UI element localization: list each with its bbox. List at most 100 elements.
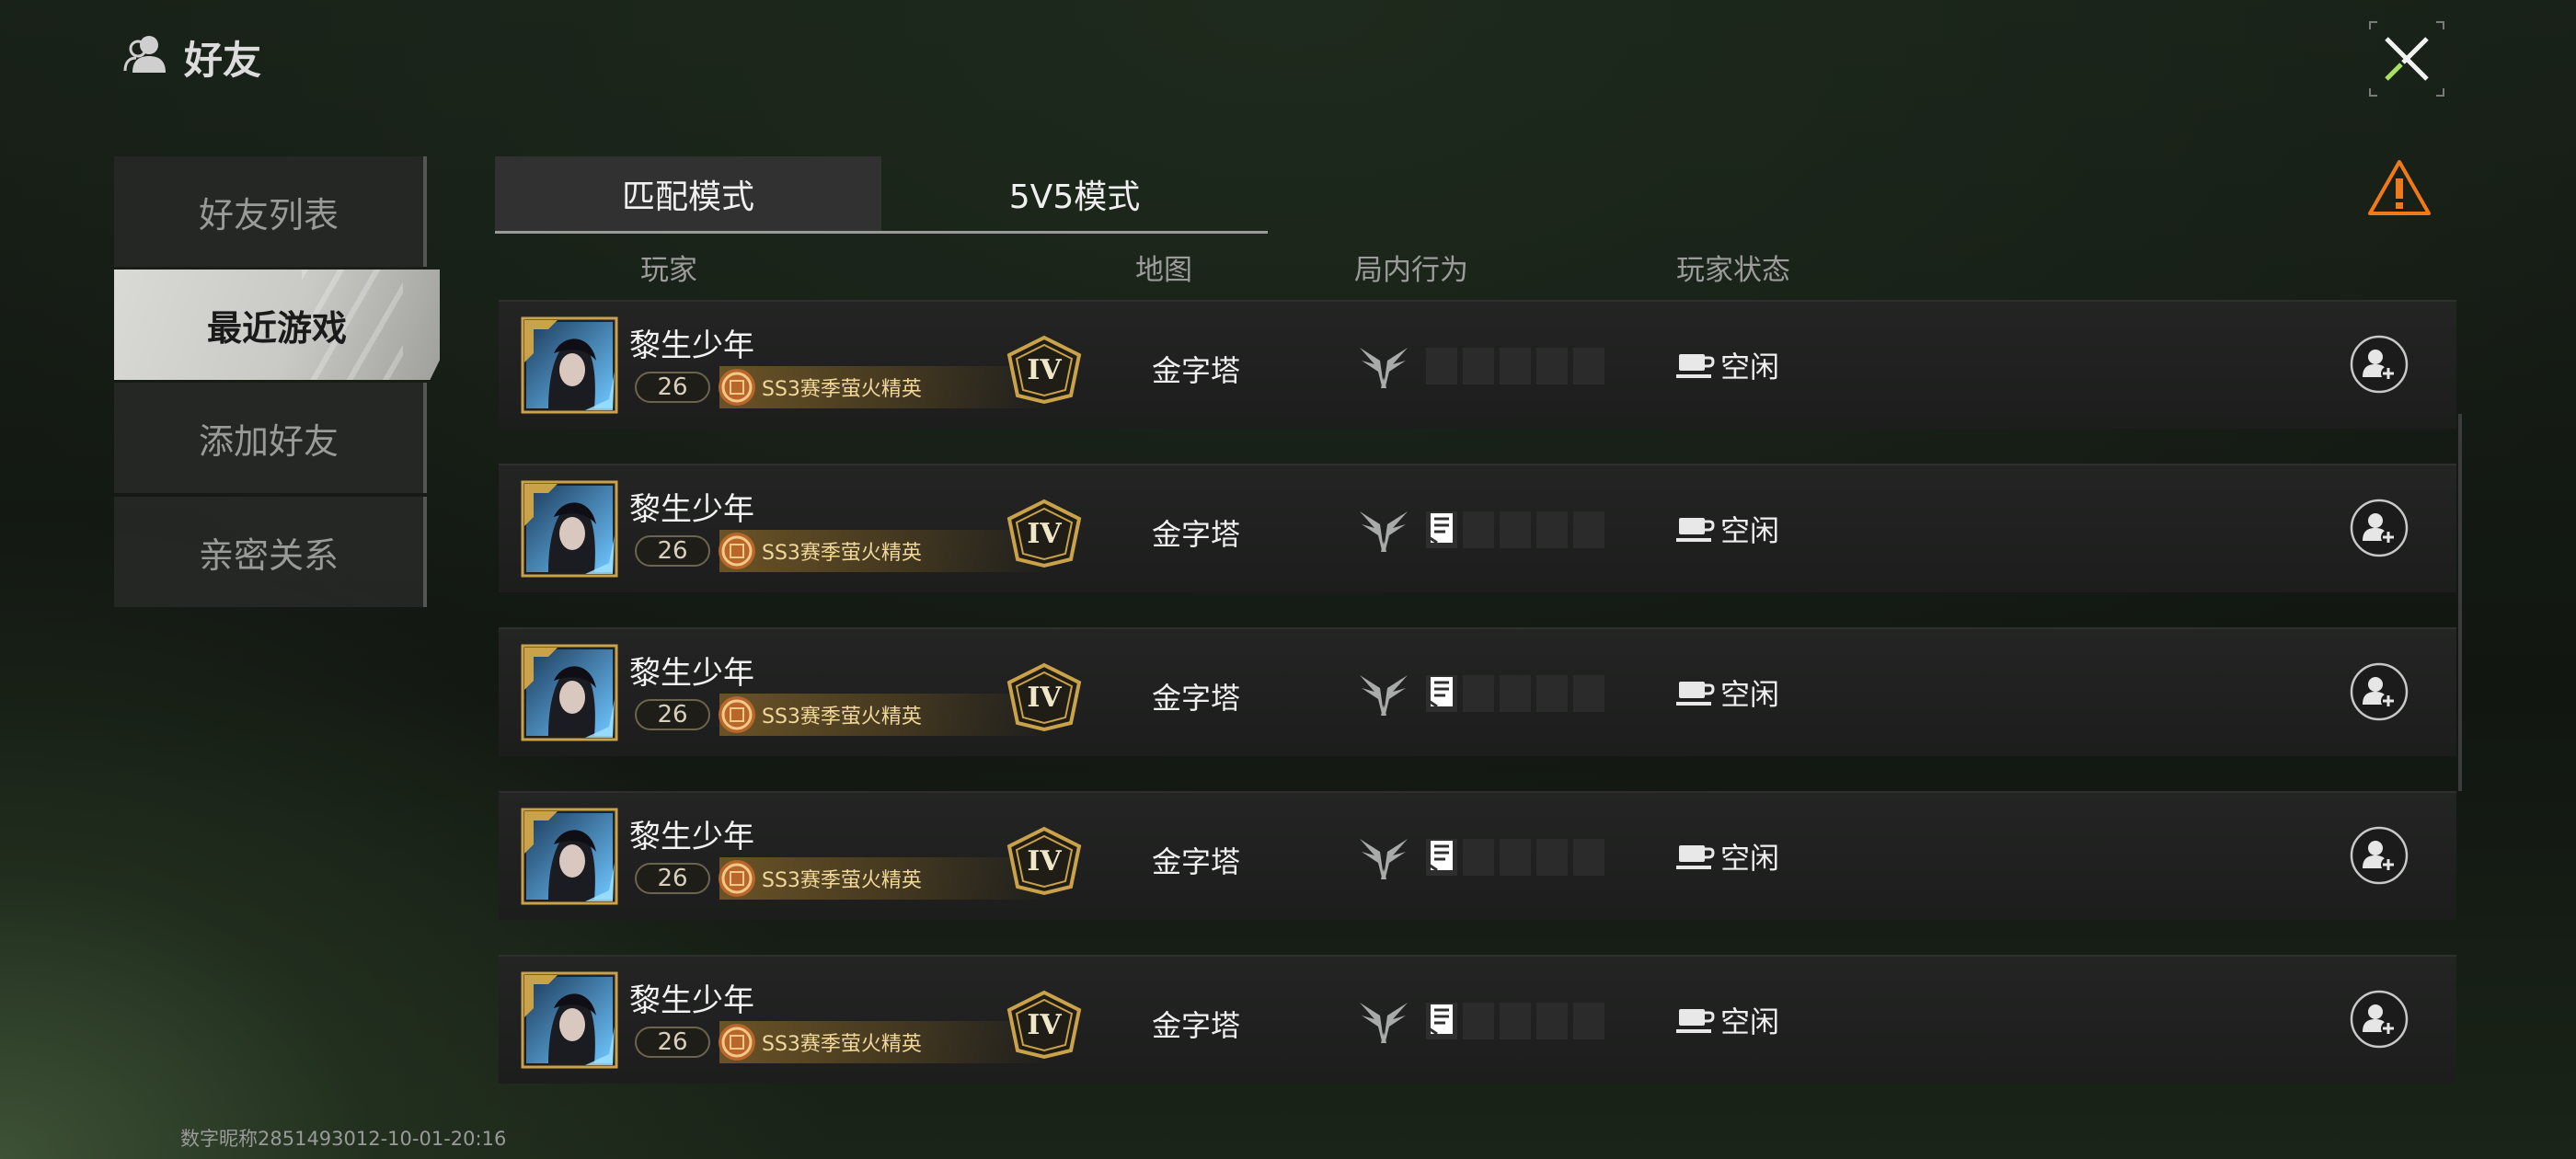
coffee-cup-icon — [1676, 842, 1715, 871]
item-slot-empty — [1536, 675, 1568, 712]
avatar[interactable] — [521, 316, 618, 414]
player-status: 空闲 — [1676, 344, 1779, 386]
table-row[interactable]: 黎生少年 26 SS3赛季萤火精英 IV 金字塔 空闲 — [499, 955, 2456, 1084]
add-friend-icon — [2350, 335, 2409, 397]
level-badge: 26 — [635, 372, 710, 403]
player-status: 空闲 — [1676, 671, 1779, 714]
item-slot-empty — [1463, 675, 1494, 712]
season-title-text: SS3赛季萤火精英 — [762, 706, 922, 729]
sidebar-item-intimacy[interactable]: 亲密关系 — [114, 497, 427, 607]
list-scrollbar[interactable] — [2458, 414, 2462, 791]
add-friend-icon — [2350, 499, 2409, 561]
item-slot-empty — [1573, 511, 1604, 548]
add-friend-button[interactable] — [2350, 662, 2409, 721]
coffee-cup-icon — [1676, 514, 1715, 544]
wings-icon — [1356, 995, 1411, 1047]
rank-text: IV — [1027, 681, 1062, 714]
in-game-behavior — [1356, 830, 1604, 885]
wings-icon — [1356, 504, 1411, 556]
report-button[interactable] — [2366, 158, 2432, 219]
item-slot-empty — [1500, 348, 1531, 384]
add-friend-icon — [2350, 662, 2409, 725]
player-name: 黎生少年 — [629, 491, 754, 528]
level-badge: 26 — [635, 535, 710, 567]
coffee-cup-icon — [1676, 350, 1715, 380]
item-slot-empty — [1536, 348, 1568, 384]
sidebar-item-add-friend[interactable]: 添加好友 — [114, 383, 427, 493]
rank-badge: IV — [1006, 990, 1082, 1060]
map-name: 金字塔 — [1152, 517, 1241, 552]
season-title-badge: SS3赛季萤火精英 — [719, 694, 1051, 736]
status-text: 空闲 — [1720, 677, 1780, 712]
coffee-cup-icon — [1676, 1005, 1715, 1035]
coffee-cup-icon — [1676, 678, 1715, 707]
wings-icon — [1356, 668, 1411, 719]
mode-tabs: 匹配模式 5V5模式 — [495, 156, 1268, 234]
tab-5v5-mode[interactable]: 5V5模式 — [881, 156, 1268, 231]
season-medal-icon — [716, 857, 758, 900]
close-icon — [2369, 21, 2444, 97]
avatar[interactable] — [521, 644, 618, 741]
season-medal-icon — [716, 366, 758, 408]
season-title-badge: SS3赛季萤火精英 — [719, 1021, 1051, 1063]
map-name: 金字塔 — [1152, 844, 1241, 879]
item-slot-empty — [1573, 348, 1604, 384]
rank-text: IV — [1027, 844, 1062, 878]
status-text: 空闲 — [1720, 1004, 1780, 1039]
wings-icon — [1356, 340, 1411, 392]
player-name: 黎生少年 — [629, 655, 754, 692]
item-slot-empty — [1573, 675, 1604, 712]
item-slot-filled — [1426, 675, 1457, 712]
table-row[interactable]: 黎生少年 26 SS3赛季萤火精英 IV 金字塔 空闲 — [499, 300, 2456, 429]
player-status: 空闲 — [1676, 508, 1779, 550]
item-slot-empty — [1500, 839, 1531, 876]
tab-match-mode[interactable]: 匹配模式 — [495, 156, 881, 231]
close-button[interactable] — [2366, 18, 2447, 99]
rank-text: IV — [1027, 353, 1062, 386]
player-name: 黎生少年 — [629, 327, 754, 364]
friends-icon — [121, 30, 171, 84]
rank-badge: IV — [1006, 335, 1082, 405]
map-name: 金字塔 — [1152, 353, 1241, 388]
season-title-text: SS3赛季萤火精英 — [762, 378, 922, 401]
in-game-behavior — [1356, 502, 1604, 557]
item-slot-empty — [1573, 839, 1604, 876]
add-friend-button[interactable] — [2350, 499, 2409, 557]
avatar[interactable] — [521, 971, 618, 1069]
table-row[interactable]: 黎生少年 26 SS3赛季萤火精英 IV 金字塔 空闲 — [499, 627, 2456, 756]
table-row[interactable]: 黎生少年 26 SS3赛季萤火精英 IV 金字塔 空闲 — [499, 791, 2456, 920]
column-header-map: 地图 — [1135, 254, 1192, 287]
add-friend-button[interactable] — [2350, 335, 2409, 394]
add-friend-icon — [2350, 990, 2409, 1052]
column-header-player: 玩家 — [640, 254, 697, 287]
level-badge: 26 — [635, 863, 710, 894]
sidebar-item-label: 亲密关系 — [198, 534, 339, 576]
sidebar-item-friend-list[interactable]: 好友列表 — [114, 156, 427, 267]
avatar[interactable] — [521, 808, 618, 905]
sidebar-item-recent-games[interactable]: 最近游戏 — [114, 270, 440, 380]
player-status: 空闲 — [1676, 835, 1779, 878]
player-name: 黎生少年 — [629, 819, 754, 855]
sidebar-item-label: 好友列表 — [198, 194, 339, 235]
player-status: 空闲 — [1676, 999, 1779, 1041]
wings-icon — [1356, 832, 1411, 883]
item-icon — [1426, 510, 1457, 550]
table-row[interactable]: 黎生少年 26 SS3赛季萤火精英 IV 金字塔 空闲 — [499, 464, 2456, 592]
rank-badge: IV — [1006, 499, 1082, 568]
rank-text: IV — [1027, 517, 1062, 550]
item-slot-filled — [1426, 839, 1457, 876]
add-friend-button[interactable] — [2350, 990, 2409, 1049]
column-header-behavior: 局内行为 — [1354, 254, 1468, 287]
item-slot-filled — [1426, 1003, 1457, 1039]
item-icon — [1426, 673, 1457, 714]
avatar[interactable] — [521, 480, 618, 578]
status-text: 空闲 — [1720, 513, 1780, 548]
map-name: 金字塔 — [1152, 681, 1241, 716]
level-badge: 26 — [635, 699, 710, 730]
page-title: 好友 — [121, 28, 261, 86]
page-title-text: 好友 — [184, 37, 262, 83]
add-friend-button[interactable] — [2350, 826, 2409, 885]
item-slot-empty — [1426, 348, 1457, 384]
item-slot-empty — [1463, 511, 1494, 548]
level-badge: 26 — [635, 1027, 710, 1058]
